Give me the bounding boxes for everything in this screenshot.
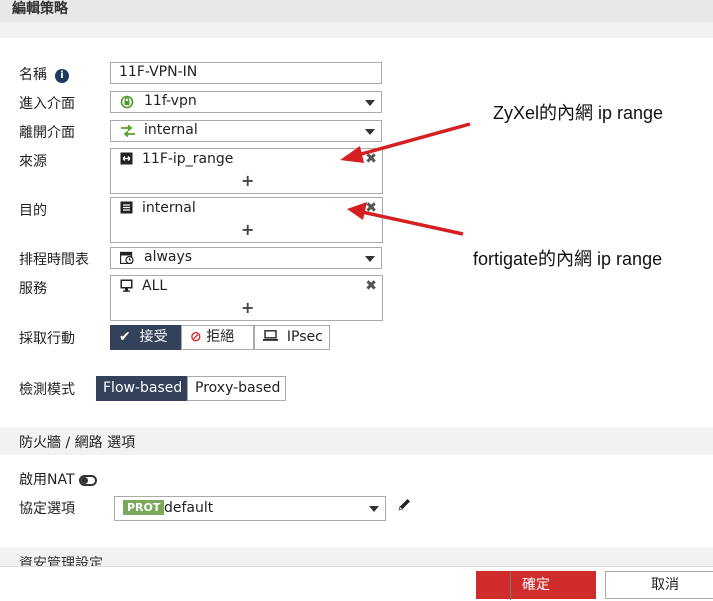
cursor-divider	[510, 572, 511, 600]
annotation-arrows	[340, 122, 471, 236]
zyxel-arrow-line	[353, 122, 471, 158]
dialog-footer: 確定 取消	[0, 566, 713, 601]
fortigate-arrow-line	[361, 210, 464, 236]
zyxel-arrowhead	[340, 146, 364, 163]
fortigate-arrowhead	[347, 202, 367, 220]
ok-button[interactable]: 確定	[476, 571, 596, 599]
cancel-button[interactable]: 取消	[605, 571, 713, 599]
